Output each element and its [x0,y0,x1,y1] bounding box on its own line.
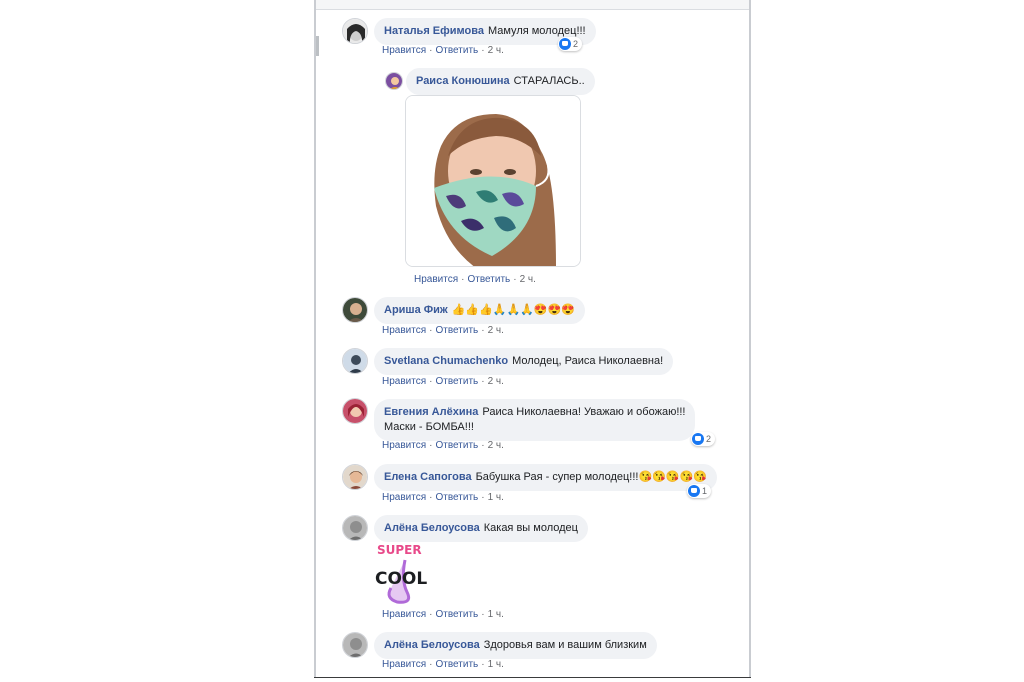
like-link[interactable]: Нравится [382,609,426,620]
avatar[interactable] [342,348,368,374]
comment-bubble: Елена Сапогова Бабушка Рая - супер молоде… [374,464,717,491]
comment-author[interactable]: Елена Сапогова [384,471,472,483]
avatar[interactable] [342,398,368,424]
reaction-badge[interactable]: 2 [691,432,716,446]
comment-bubble: Раиса Конюшина СТАРАЛАСЬ.. [406,68,595,95]
reaction-count: 2 [706,434,712,444]
scrollbar-thumb[interactable] [316,36,319,56]
comment-author[interactable]: Раиса Конюшина [416,75,510,87]
comment-time[interactable]: 1 ч. [488,609,504,620]
avatar[interactable] [342,297,368,323]
comment-bubble: Алёна Белоусова Здоровья вам и вашим близ… [374,632,657,659]
comment-bubble: Ариша Фиж 👍👍👍🙏🙏🙏😍😍😍 [374,297,585,324]
like-link[interactable]: Нравится [382,440,426,451]
reply-link[interactable]: Ответить [435,376,478,387]
comment-actions: Нравится · Ответить · 2 ч. [382,45,504,56]
reply-link[interactable]: Ответить [435,609,478,620]
comment-time[interactable]: 2 ч. [488,325,504,336]
comment-text: Какая вы молодец [483,522,578,534]
like-link[interactable]: Нравится [382,325,426,336]
comment-time[interactable]: 2 ч. [488,440,504,451]
like-reaction-icon [688,485,700,497]
comment-bubble: Алёна Белоусова Какая вы молодец [374,515,588,542]
reply-link[interactable]: Ответить [435,659,478,670]
comment-text: Мамуля молодец!!! [487,25,586,37]
avatar[interactable] [342,18,368,44]
reply-link[interactable]: Ответить [435,45,478,56]
comment-actions: Нравится · Ответить · 1 ч. [382,659,504,670]
comment-author[interactable]: Алёна Белоусова [384,522,480,534]
avatar[interactable] [385,72,403,90]
comment-actions: Нравится · Ответить · 1 ч. [382,609,504,620]
like-link[interactable]: Нравится [382,492,426,503]
like-reaction-icon [692,433,704,445]
comment-time[interactable]: 1 ч. [488,659,504,670]
reply-link[interactable]: Ответить [435,492,478,503]
reply-link[interactable]: Ответить [435,325,478,336]
comment-text: Здоровья вам и вашим близким [483,639,647,651]
comment-text: Раиса Николаевна! Уважаю и обожаю!!! [482,406,686,418]
comment-bubble: Svetlana Chumachenko Молодец, Раиса Никол… [374,348,674,375]
reply-link[interactable]: Ответить [467,274,510,285]
comment-text: 👍👍👍🙏🙏🙏😍😍😍 [451,304,575,316]
comment-actions: Нравится · Ответить · 2 ч. [414,274,536,285]
comment-author[interactable]: Svetlana Chumachenko [384,355,508,367]
panel-top-edge [316,0,749,10]
like-link[interactable]: Нравится [414,274,458,285]
comment-time[interactable]: 2 ч. [488,376,504,387]
comment-time[interactable]: 1 ч. [488,492,504,503]
reaction-count: 2 [573,39,579,49]
super-cool-sticker[interactable]: SUPER COOL [373,540,439,606]
reaction-badge[interactable]: 1 [687,484,712,498]
comment-actions: Нравится · Ответить · 2 ч. [382,325,504,336]
avatar[interactable] [342,464,368,490]
reaction-badge[interactable]: 2 [558,37,583,51]
attached-photo-mask[interactable] [405,95,581,267]
like-link[interactable]: Нравится [382,45,426,56]
comment-time[interactable]: 2 ч. [488,45,504,56]
comment-author[interactable]: Евгения Алёхина [384,406,478,418]
comment-bubble: Евгения Алёхина Раиса Николаевна! Уважаю … [374,399,696,441]
comment-author[interactable]: Ариша Фиж [384,304,448,316]
like-link[interactable]: Нравится [382,376,426,387]
comment-text: СТАРАЛАСЬ.. [513,75,585,87]
avatar[interactable] [342,515,368,541]
comment-text: Молодец, Раиса Николаевна! [512,355,664,367]
comment-author[interactable]: Наталья Ефимова [384,25,484,37]
like-reaction-icon [559,38,571,50]
comment-time[interactable]: 2 ч. [520,274,536,285]
avatar[interactable] [342,632,368,658]
comment-text: Бабушка Рая - супер молодец!!!😘😘😘😘😘 [475,471,707,483]
comment-actions: Нравится · Ответить · 2 ч. [382,376,504,387]
sticker-bottom-text: COOL [375,569,427,589]
comment-actions: Нравится · Ответить · 2 ч. [382,440,504,451]
comment-actions: Нравится · Ответить · 1 ч. [382,492,504,503]
reply-link[interactable]: Ответить [435,440,478,451]
comment-text-line2: Маски - БОМБА!!! [384,421,474,433]
sticker-top-text: SUPER [377,543,422,557]
comments-panel: Наталья Ефимова Мамуля молодец!!! Нравитс… [314,0,751,677]
reaction-count: 1 [702,486,708,496]
comment-author[interactable]: Алёна Белоусова [384,639,480,651]
like-link[interactable]: Нравится [382,659,426,670]
